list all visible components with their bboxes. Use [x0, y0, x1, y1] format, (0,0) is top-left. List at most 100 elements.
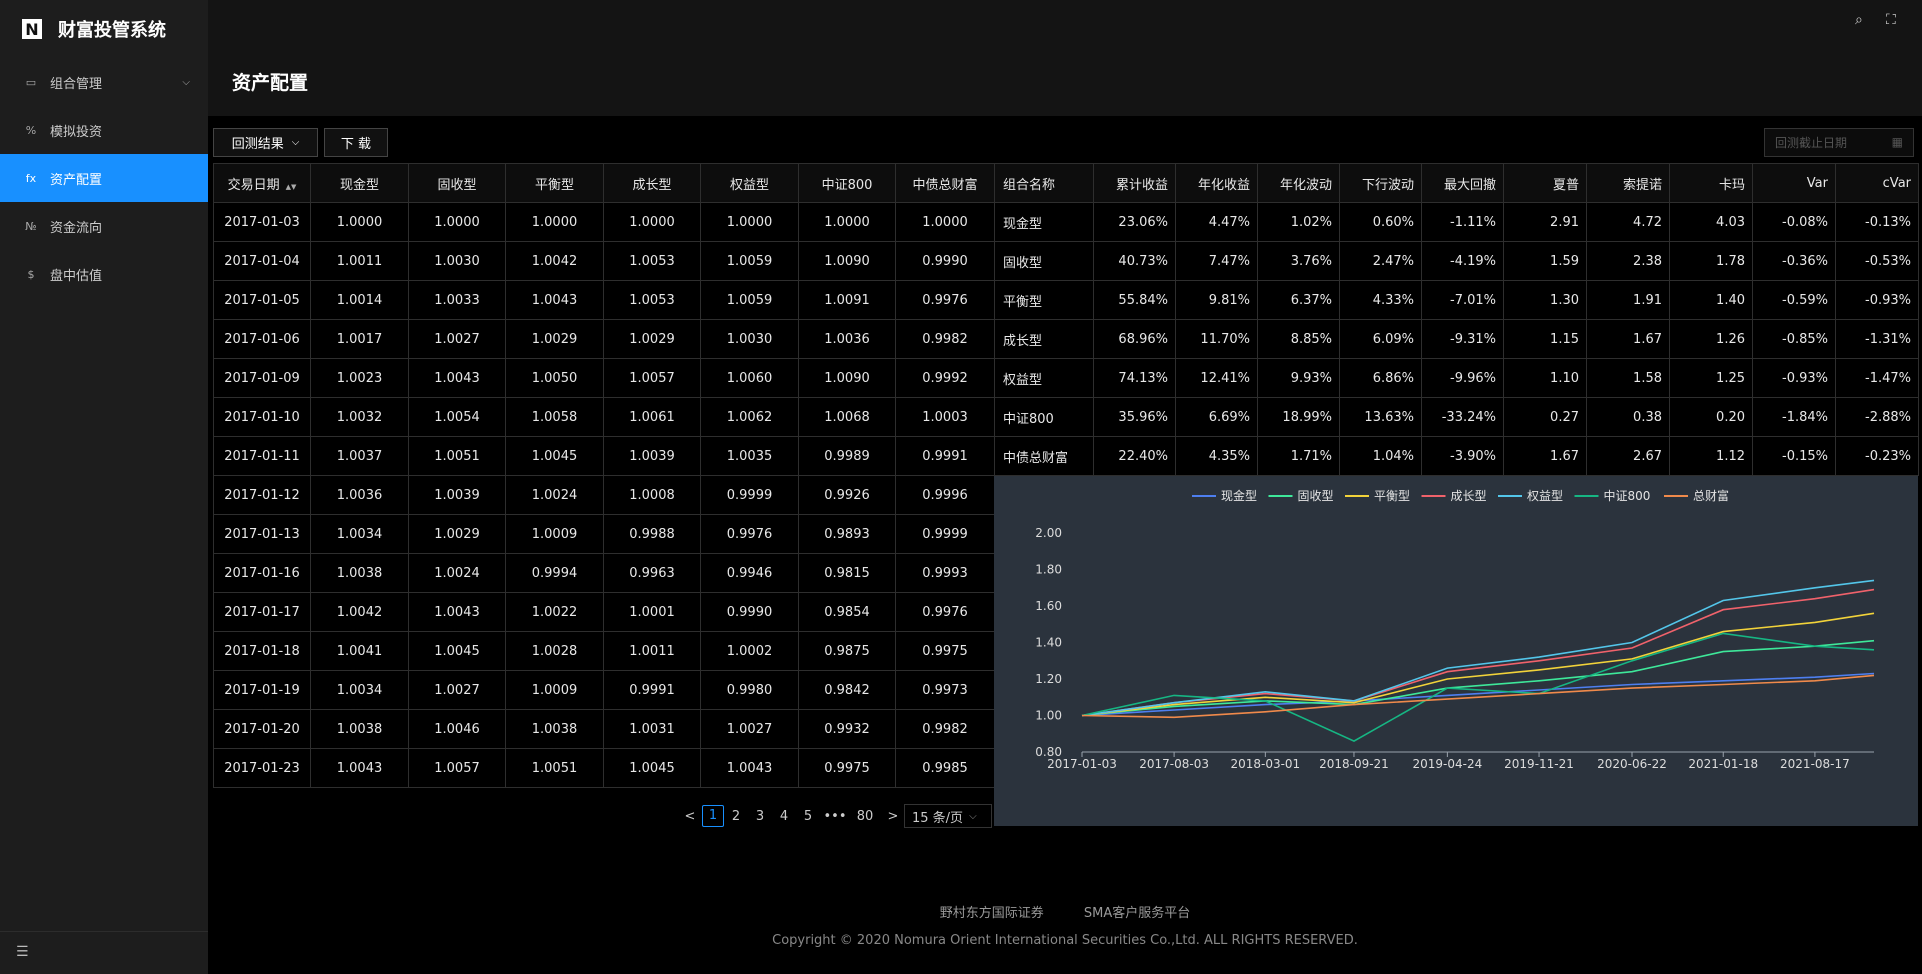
table-cell: 平衡型 [994, 280, 1094, 320]
table-cell: 0.9985 [895, 748, 995, 788]
table-cell: 6.86% [1339, 358, 1422, 398]
page-size-select[interactable]: 15 条/页 ⌵ [904, 804, 992, 828]
table-cell: 1.0041 [310, 631, 409, 671]
table-cell: 2017-01-18 [213, 631, 311, 671]
download-button[interactable]: 下 载 [324, 128, 388, 157]
page-80-button[interactable]: 80 [850, 809, 880, 824]
y-tick-label: 2.00 [1035, 526, 1062, 540]
table-cell: 0.9999 [700, 475, 799, 515]
table-row: 固收型 40.73% 7.47% 3.76% 2.47% -4.19% 1.59 2.38 1.… [994, 241, 1919, 281]
sort-icon[interactable]: ▲▼ [286, 183, 297, 191]
table-cell: 2.47% [1339, 241, 1422, 281]
footer-link-nomura[interactable]: 野村东方国际证券 [940, 906, 1044, 921]
end-date-picker[interactable]: 回测截止日期 ▦ [1764, 128, 1914, 157]
table-cell: 1.0039 [603, 436, 701, 476]
page-3-button[interactable]: 3 [748, 809, 772, 824]
more-pages-button[interactable]: ••• [820, 809, 850, 824]
table-cell: 1.26 [1669, 319, 1753, 359]
table-cell: 1.0014 [310, 280, 409, 320]
sidebar: N 财富投管系统 ▭ 组合管理 ⌵% 模拟投资 fx 资产配置 № 资金流向 $ 盘中估值 ☰ [0, 0, 208, 974]
sidebar-item[interactable]: fx 资产配置 [0, 154, 208, 202]
table-cell: -0.36% [1752, 241, 1836, 281]
sidebar-item[interactable]: ▭ 组合管理 ⌵ [0, 58, 208, 106]
page-5-button[interactable]: 5 [796, 809, 820, 824]
column-header: 现金型 [310, 163, 409, 203]
table-cell: 0.9988 [603, 514, 701, 554]
x-tick-label: 2021-01-18 [1688, 757, 1758, 771]
search-icon[interactable]: ⌕ [1855, 12, 1863, 28]
table-cell: 2.67 [1586, 436, 1670, 476]
table-cell: 0.27 [1503, 397, 1587, 437]
table-cell: 0.20 [1669, 397, 1753, 437]
table-cell: 4.33% [1339, 280, 1422, 320]
table-cell: 1.0029 [505, 319, 604, 359]
table-cell: 1.0008 [603, 475, 701, 515]
column-header[interactable]: 交易日期 ▲▼ [213, 163, 311, 203]
y-tick-label: 1.00 [1035, 709, 1062, 723]
table-cell: 1.0043 [505, 280, 604, 320]
table-cell: 2017-01-09 [213, 358, 311, 398]
table-cell: 1.0057 [408, 748, 506, 788]
prev-page-button[interactable]: < [678, 809, 702, 824]
page-2-button[interactable]: 2 [724, 809, 748, 824]
table-cell: -0.93% [1835, 280, 1919, 320]
table-cell: 1.0051 [408, 436, 506, 476]
table-cell: 0.9963 [603, 553, 701, 593]
table-cell: 0.9875 [798, 631, 896, 671]
table-cell: 中债总财富 [994, 436, 1094, 476]
footer-links: 野村东方国际证券 SMA客户服务平台 [208, 902, 1922, 921]
table-cell: -1.47% [1835, 358, 1919, 398]
chart-svg: 2.001.801.601.401.201.000.802017-01-03 20… [1035, 488, 1875, 771]
table-cell: 0.9975 [895, 631, 995, 671]
column-header: 最大回撤 [1421, 163, 1504, 203]
legend-label: 平衡型 [1374, 489, 1410, 503]
table-cell: 2.38 [1586, 241, 1670, 281]
table-cell: 0.9991 [603, 670, 701, 710]
table-cell: 1.67 [1503, 436, 1587, 476]
table-cell: 74.13% [1093, 358, 1176, 398]
column-header: 累计收益 [1093, 163, 1176, 203]
table-cell: -0.59% [1752, 280, 1836, 320]
page-1-button[interactable]: 1 [702, 805, 724, 827]
table-row: 2017-01-23 1.0043 1.0057 1.0051 1.0045 1.0043… [213, 748, 995, 788]
table-cell: 1.0028 [505, 631, 604, 671]
table-cell: 2017-01-17 [213, 592, 311, 632]
column-header: 平衡型 [505, 163, 604, 203]
footer-link-sma[interactable]: SMA客户服务平台 [1084, 906, 1190, 921]
table-cell: 1.0000 [798, 202, 896, 242]
table-cell: 6.37% [1257, 280, 1340, 320]
table-row: 2017-01-06 1.0017 1.0027 1.0029 1.0029 1.0030… [213, 319, 995, 359]
result-select[interactable]: 回测结果 ⌵ [213, 128, 318, 157]
table-cell: -0.23% [1835, 436, 1919, 476]
table-cell: 0.9854 [798, 592, 896, 632]
table-cell: 0.9932 [798, 709, 896, 749]
table-cell: 40.73% [1093, 241, 1176, 281]
table-cell: 1.0030 [408, 241, 506, 281]
table-cell: 4.35% [1175, 436, 1258, 476]
table-cell: -2.88% [1835, 397, 1919, 437]
y-tick-label: 1.20 [1035, 672, 1062, 686]
page-4-button[interactable]: 4 [772, 809, 796, 824]
table-cell: 0.9982 [895, 709, 995, 749]
table-cell: 12.41% [1175, 358, 1258, 398]
number-icon: № [25, 219, 37, 233]
sidebar-item[interactable]: $ 盘中估值 [0, 250, 208, 298]
table-cell: -1.11% [1421, 202, 1504, 242]
table-cell: 2017-01-23 [213, 748, 311, 788]
table-cell: -0.08% [1752, 202, 1836, 242]
table-cell: 1.0023 [310, 358, 409, 398]
legend-label: 现金型 [1221, 488, 1257, 503]
fullscreen-icon[interactable]: ⛶ [1886, 12, 1896, 28]
sidebar-item[interactable]: № 资金流向 [0, 202, 208, 250]
table-cell: 1.0000 [408, 202, 506, 242]
table-cell: 1.0011 [603, 631, 701, 671]
table-header-row: 交易日期 ▲▼ 现金型 固收型 平衡型 成长型 权益型 中证800 中债总财富 [213, 163, 995, 203]
sidebar-item[interactable]: % 模拟投资 [0, 106, 208, 154]
table-cell: 1.0032 [310, 397, 409, 437]
table-row: 2017-01-19 1.0034 1.0027 1.0009 0.9991 0.9980… [213, 670, 995, 710]
table-cell: 1.0024 [408, 553, 506, 593]
table-cell: 1.0042 [505, 241, 604, 281]
next-page-button[interactable]: > [880, 809, 906, 824]
collapse-menu-icon[interactable]: ☰ [16, 944, 29, 960]
table-cell: 1.0022 [505, 592, 604, 632]
